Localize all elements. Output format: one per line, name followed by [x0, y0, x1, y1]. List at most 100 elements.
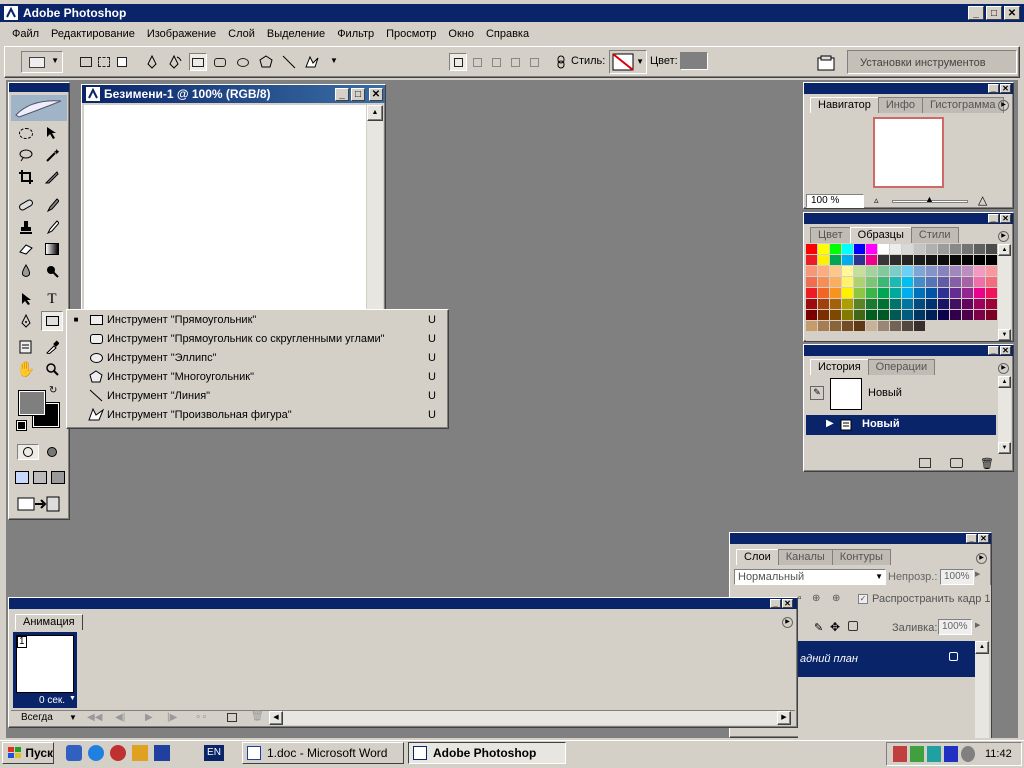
color-swatch[interactable] — [914, 288, 925, 298]
vertical-scrollbar[interactable]: ▲ ▼ — [998, 376, 1011, 454]
standard-screen-mode-icon[interactable] — [15, 471, 29, 484]
color-swatch[interactable] — [806, 321, 817, 331]
color-swatch[interactable] — [878, 288, 889, 298]
color-swatch[interactable] — [962, 288, 973, 298]
zoom-out-icon[interactable]: ▵ — [874, 195, 879, 206]
animation-frame[interactable]: 1 0 сек. ▼ — [13, 632, 77, 708]
color-swatch[interactable] — [818, 310, 829, 320]
pen-icon[interactable] — [143, 53, 161, 71]
marquee-tool-icon[interactable] — [15, 123, 37, 143]
play-icon[interactable]: ▶ — [145, 712, 153, 723]
tab-history[interactable]: История — [810, 359, 869, 375]
lock-transparency-icon[interactable]: ▫ — [798, 593, 802, 604]
first-frame-icon[interactable]: ◀◀ — [87, 712, 102, 723]
scroll-up-button[interactable]: ▲ — [367, 105, 383, 121]
horizontal-scrollbar[interactable]: ◀ ▶ — [269, 711, 791, 725]
zoom-input[interactable]: 100 % — [806, 194, 864, 208]
menu-select[interactable]: Выделение — [261, 25, 331, 43]
color-swatch[interactable] — [830, 255, 841, 265]
color-swatch[interactable] — [806, 288, 817, 298]
color-swatch[interactable] — [842, 255, 853, 265]
color-swatch[interactable] — [854, 321, 865, 331]
photoshop-feather-logo[interactable] — [11, 95, 67, 121]
taskbar-word[interactable]: 1.doc - Microsoft Word — [242, 742, 404, 764]
vertical-scrollbar[interactable]: ▲ ▼ — [998, 244, 1011, 341]
color-swatch[interactable] — [830, 299, 841, 309]
unify-visibility-icon[interactable]: ⊕ — [832, 593, 840, 604]
color-swatch[interactable] — [950, 299, 961, 309]
color-swatch[interactable] — [866, 277, 877, 287]
blend-mode-select[interactable]: Нормальный ▼ — [734, 569, 886, 585]
palette-menu-arrow-icon[interactable]: ▶ — [998, 100, 1009, 111]
eraser-icon[interactable] — [15, 239, 37, 259]
new-document-from-state-icon[interactable] — [919, 458, 931, 468]
color-swatch[interactable] — [866, 255, 877, 265]
tab-swatches[interactable]: Образцы — [849, 227, 912, 243]
shape-color-swatch[interactable] — [680, 52, 708, 70]
color-swatch[interactable] — [866, 266, 877, 276]
scroll-up-button[interactable]: ▲ — [975, 641, 989, 654]
chevron-down-icon[interactable]: ▼ — [69, 713, 77, 722]
outlook-express-icon[interactable] — [66, 745, 82, 761]
eyedropper-icon[interactable] — [41, 337, 63, 357]
imageready-jump-icon[interactable] — [17, 495, 61, 516]
tab-styles[interactable]: Стили — [910, 227, 959, 243]
opacity-arrow-icon[interactable]: ▶ — [975, 570, 980, 578]
opacity-input[interactable]: 100% — [940, 569, 974, 585]
color-swatch[interactable] — [986, 255, 997, 265]
color-swatch[interactable] — [914, 321, 925, 331]
lasso-tool-icon[interactable] — [15, 145, 37, 165]
color-swatch[interactable] — [878, 266, 889, 276]
tab-paths[interactable]: Контуры — [831, 549, 891, 565]
color-swatch[interactable] — [818, 244, 829, 254]
color-swatch[interactable] — [902, 321, 913, 331]
healing-brush-icon[interactable] — [15, 195, 37, 215]
color-swatch[interactable] — [878, 321, 889, 331]
menu-file[interactable]: Файл — [6, 25, 45, 43]
menu-edit[interactable]: Редактирование — [45, 25, 141, 43]
crop-tool-icon[interactable] — [15, 167, 37, 187]
tab-navigator[interactable]: Навигатор — [810, 97, 879, 113]
color-swatch[interactable] — [986, 299, 997, 309]
fill-arrow-icon[interactable]: ▶ — [975, 621, 980, 629]
flyout-ellipse-tool[interactable]: Инструмент "Эллипс" U — [67, 348, 448, 367]
color-swatch[interactable] — [962, 277, 973, 287]
scroll-up-button[interactable]: ▲ — [998, 244, 1011, 256]
color-swatch[interactable] — [854, 310, 865, 320]
intersect-shape-areas-icon[interactable] — [506, 53, 524, 71]
color-swatch[interactable] — [986, 266, 997, 276]
color-swatch[interactable] — [902, 310, 913, 320]
color-swatch[interactable] — [986, 288, 997, 298]
color-swatch[interactable] — [974, 277, 985, 287]
color-swatch[interactable] — [950, 255, 961, 265]
color-swatch[interactable] — [890, 277, 901, 287]
swap-colors-icon[interactable]: ↻ — [49, 385, 57, 396]
color-swatch[interactable] — [962, 255, 973, 265]
color-swatch[interactable] — [950, 277, 961, 287]
tool-presets-tab[interactable]: Установки инструментов — [860, 57, 986, 69]
freeform-pen-icon[interactable] — [166, 53, 184, 71]
color-swatch[interactable] — [842, 244, 853, 254]
fill-pixels-icon[interactable] — [113, 53, 131, 71]
color-swatch[interactable] — [938, 310, 949, 320]
color-swatch[interactable] — [950, 266, 961, 276]
color-swatch[interactable] — [842, 299, 853, 309]
color-swatch[interactable] — [962, 299, 973, 309]
chevron-down-icon[interactable]: ▼ — [330, 56, 338, 65]
gradient-tool-icon[interactable] — [41, 239, 63, 259]
color-swatch[interactable] — [962, 266, 973, 276]
tray-icon-1[interactable] — [893, 746, 907, 762]
document-canvas[interactable] — [84, 105, 366, 323]
color-swatch[interactable] — [914, 310, 925, 320]
zoom-in-icon[interactable]: △ — [978, 193, 987, 207]
scroll-left-button[interactable]: ◀ — [269, 711, 283, 725]
color-swatch[interactable] — [806, 299, 817, 309]
color-swatch[interactable] — [986, 244, 997, 254]
internet-explorer-icon[interactable] — [88, 745, 104, 761]
camera-snapshot-icon[interactable] — [950, 458, 963, 468]
color-swatch[interactable] — [902, 244, 913, 254]
navigator-preview[interactable] — [873, 117, 944, 188]
subtract-shape-area-icon[interactable] — [487, 53, 505, 71]
close-button[interactable]: ✕ — [1000, 214, 1011, 223]
start-button[interactable]: Пуск — [2, 742, 54, 764]
